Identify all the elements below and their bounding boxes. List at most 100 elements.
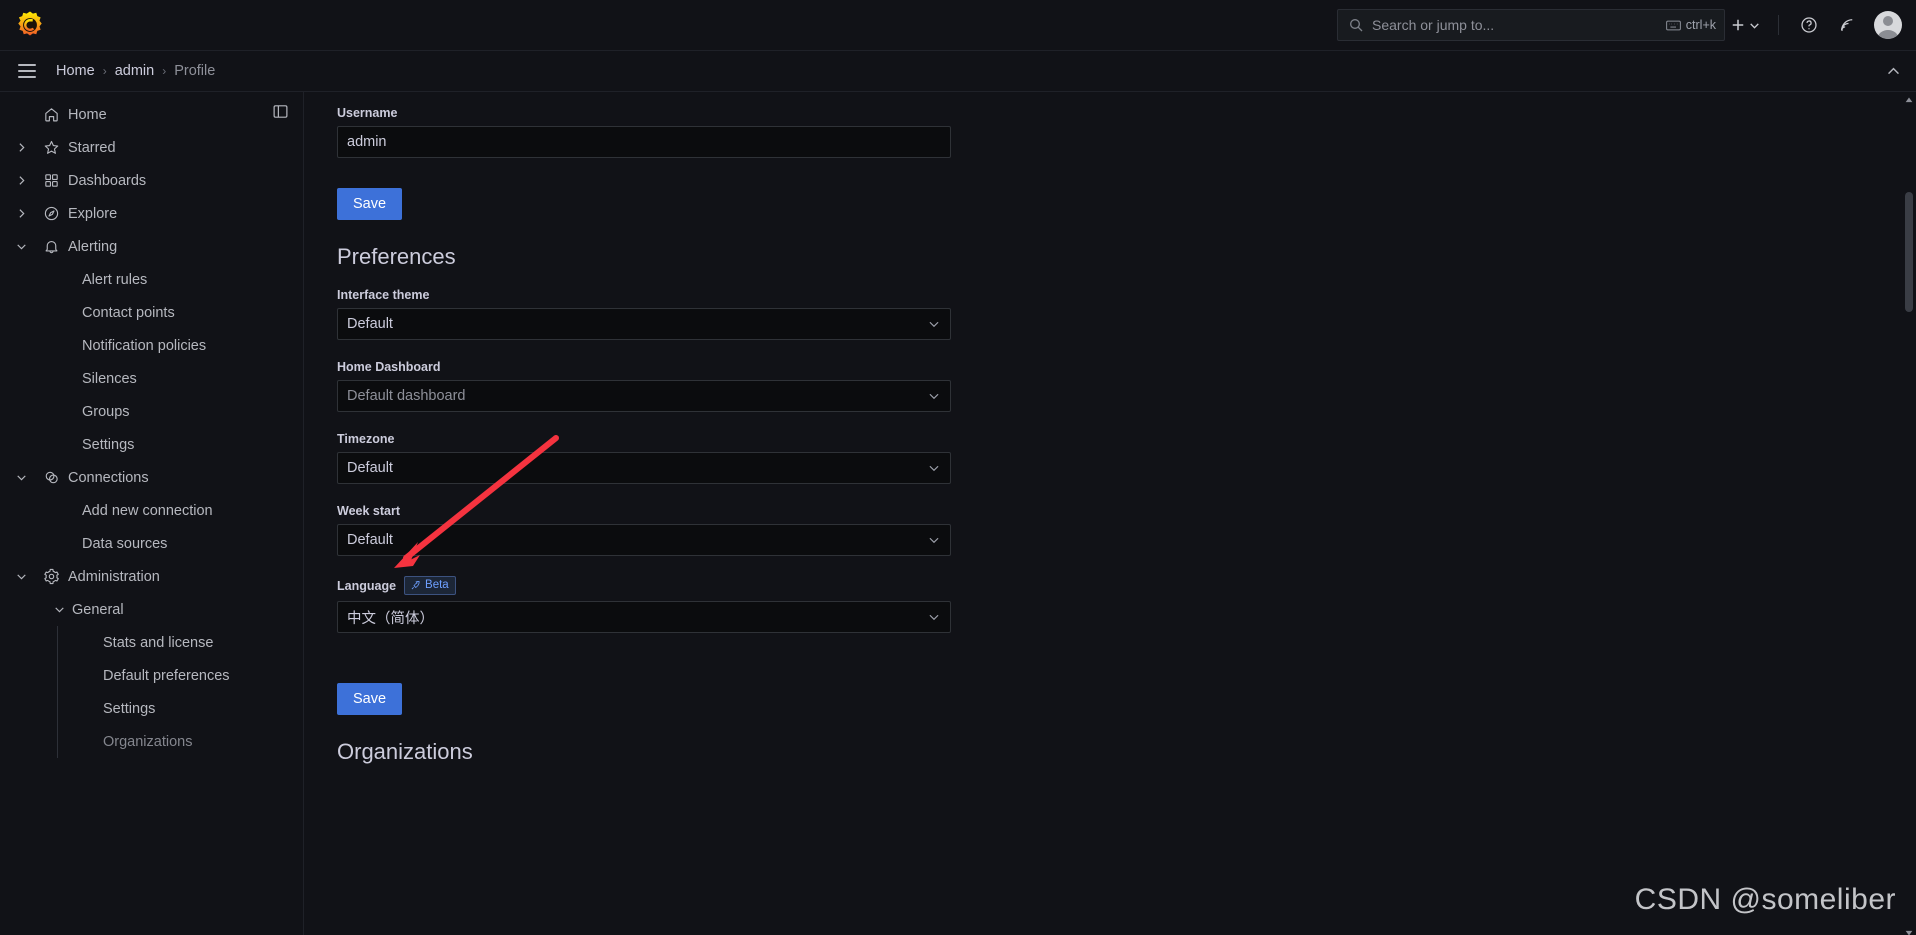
sidebar-item-contact-points[interactable]: Contact points xyxy=(0,296,303,329)
home-dashboard-select-value: Default dashboard xyxy=(347,388,466,404)
chevron-down-icon xyxy=(927,389,941,403)
menu-toggle-button[interactable] xyxy=(10,54,44,88)
rocket-icon xyxy=(411,581,420,590)
sidebar-item-silences[interactable]: Silences xyxy=(0,362,303,395)
save-preferences-button[interactable]: Save xyxy=(337,683,403,715)
sidebar-item-connections[interactable]: Connections xyxy=(0,461,303,494)
sidebar-item-label: Alert rules xyxy=(82,271,148,288)
sidebar-item-label: General xyxy=(72,601,124,618)
sidebar-item-label: Stats and license xyxy=(103,634,214,651)
sidebar-item-list: Home Starred Dashboards Explore Alerting Aler… xyxy=(0,98,303,758)
sidebar-item-home[interactable]: Home xyxy=(0,98,303,131)
search-icon xyxy=(1350,19,1363,32)
search-input[interactable]: Search or jump to... ctrl+k xyxy=(1337,9,1725,41)
language-select[interactable]: 中文（简体） xyxy=(337,601,951,633)
sidebar-item-label: Contact points xyxy=(82,304,175,321)
sidebar-item-add-new-connection[interactable]: Add new connection xyxy=(0,494,303,527)
chevron-down-icon[interactable] xyxy=(46,597,72,623)
collapse-header-button[interactable] xyxy=(1885,63,1902,80)
dashboards-grid-icon xyxy=(34,172,68,189)
preferences-heading: Preferences xyxy=(337,244,456,269)
chevron-right-icon[interactable] xyxy=(8,168,34,194)
scrollbar-thumb[interactable] xyxy=(1905,192,1913,312)
top-bar: Search or jump to... ctrl+k xyxy=(0,0,1916,51)
search-shortcut-badge: ctrl+k xyxy=(1665,18,1716,33)
add-new-button[interactable] xyxy=(1725,16,1765,34)
chevron-down-icon[interactable] xyxy=(8,564,34,590)
home-dashboard-label: Home Dashboard xyxy=(337,360,441,374)
breadcrumb: Home › admin › Profile xyxy=(56,63,215,79)
sidebar-item-alerting[interactable]: Alerting xyxy=(0,230,303,263)
bell-icon xyxy=(34,238,68,255)
grafana-logo-icon xyxy=(18,11,42,36)
save-profile-button[interactable]: Save xyxy=(337,188,403,220)
hamburger-line xyxy=(18,76,36,78)
timezone-label: Timezone xyxy=(337,432,395,446)
sidebar-item-settings[interactable]: Settings xyxy=(0,692,303,725)
sidebar-item-alert-rules[interactable]: Alert rules xyxy=(0,263,303,296)
sidebar-item-explore[interactable]: Explore xyxy=(0,197,303,230)
interface-theme-select[interactable]: Default xyxy=(337,308,951,340)
news-rss-icon xyxy=(1841,19,1853,31)
breadcrumb-item-profile[interactable]: Profile xyxy=(174,63,215,79)
breadcrumb-separator: › xyxy=(102,64,107,78)
sidebar-item-organizations[interactable]: Organizations xyxy=(0,725,303,758)
nav-guide-line xyxy=(57,692,58,725)
breadcrumb-item-admin[interactable]: admin xyxy=(115,63,155,79)
help-button[interactable] xyxy=(1792,8,1826,42)
timezone-select[interactable]: Default xyxy=(337,452,951,484)
username-field-group: Username admin xyxy=(337,106,1544,158)
home-dashboard-select[interactable]: Default dashboard xyxy=(337,380,951,412)
chevron-down-icon xyxy=(927,317,941,331)
sidebar-item-label: Settings xyxy=(82,436,135,453)
grafana-app: Search or jump to... ctrl+k Home › admin… xyxy=(0,0,1916,935)
sidebar-item-label: Groups xyxy=(82,403,130,420)
profile-form: Username admin Save Preferences Interfac… xyxy=(304,92,1544,765)
chevron-down-icon[interactable] xyxy=(8,234,34,260)
star-icon xyxy=(34,139,68,156)
main-content: Username admin Save Preferences Interfac… xyxy=(304,92,1916,935)
sidebar-item-stats-and-license[interactable]: Stats and license xyxy=(0,626,303,659)
vertical-scrollbar[interactable] xyxy=(1902,92,1916,935)
sidebar-item-default-preferences[interactable]: Default preferences xyxy=(0,659,303,692)
username-input[interactable]: admin xyxy=(337,126,951,158)
nav-guide-line xyxy=(57,626,58,659)
sidebar-item-starred[interactable]: Starred xyxy=(0,131,303,164)
interface-theme-field-group: Interface theme Default xyxy=(337,288,1544,340)
week-start-field-group: Week start Default xyxy=(337,504,1544,556)
breadcrumb-item-home[interactable]: Home xyxy=(56,63,95,79)
scroll-down-arrow[interactable] xyxy=(1904,925,1914,935)
sidebar-item-data-sources[interactable]: Data sources xyxy=(0,527,303,560)
language-label: Language xyxy=(337,578,397,593)
sidebar-item-notification-policies[interactable]: Notification policies xyxy=(0,329,303,362)
user-avatar[interactable] xyxy=(1874,11,1902,39)
sidebar-item-administration[interactable]: Administration xyxy=(0,560,303,593)
topbar-actions xyxy=(1725,8,1916,42)
chevron-down-icon[interactable] xyxy=(8,465,34,491)
scroll-up-arrow[interactable] xyxy=(1904,92,1914,103)
week-start-select[interactable]: Default xyxy=(337,524,951,556)
search-shortcut-text: ctrl+k xyxy=(1685,18,1716,32)
chevron-right-icon[interactable] xyxy=(8,201,34,227)
sidebar-item-label: Connections xyxy=(68,469,149,486)
breadcrumb-bar: Home › admin › Profile xyxy=(0,51,1916,92)
sidebar-item-label: Notification policies xyxy=(82,337,207,354)
hamburger-line xyxy=(18,64,36,66)
connections-icon xyxy=(34,469,68,486)
organizations-heading: Organizations xyxy=(337,739,473,764)
sidebar-item-groups[interactable]: Groups xyxy=(0,395,303,428)
sidebar-item-label: Default preferences xyxy=(103,667,230,684)
beta-badge: Beta xyxy=(404,576,456,595)
breadcrumb-separator: › xyxy=(162,64,167,78)
sidebar-item-general[interactable]: General xyxy=(0,593,303,626)
sidebar-item-dashboards[interactable]: Dashboards xyxy=(0,164,303,197)
sidebar-item-label: Administration xyxy=(68,568,160,585)
week-start-label: Week start xyxy=(337,504,400,518)
grafana-logo[interactable] xyxy=(0,10,60,40)
topbar-divider xyxy=(1778,15,1779,35)
chevron-right-icon[interactable] xyxy=(8,135,34,161)
news-button[interactable] xyxy=(1830,8,1864,42)
keyboard-icon xyxy=(1665,20,1681,30)
home-dashboard-field-group: Home Dashboard Default dashboard xyxy=(337,360,1544,412)
sidebar-item-settings[interactable]: Settings xyxy=(0,428,303,461)
